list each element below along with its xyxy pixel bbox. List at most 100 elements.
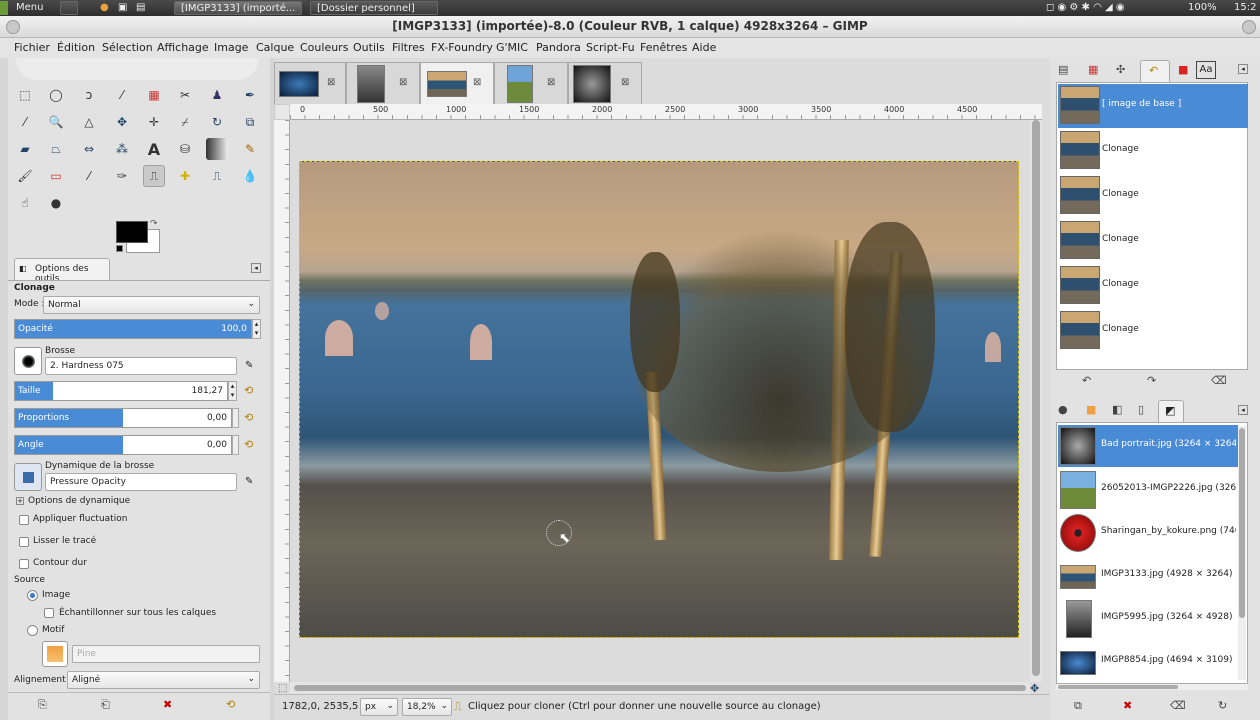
tab-tool-options[interactable]: ◧ Options des outils [14,258,110,284]
scale-tool-icon[interactable]: ⧉ [239,111,261,133]
aspect-slider[interactable]: Proportions 0,00 [14,408,232,428]
files-icon[interactable]: ▤ [130,1,151,15]
image-tab-4[interactable]: ⊠ [494,62,568,104]
reset-options-icon[interactable]: ⟲ [226,698,235,711]
horizontal-scrollbar[interactable] [290,682,1030,694]
color-picker-tool-icon[interactable]: ⁄ [14,111,36,133]
menu-calque[interactable]: Calque [256,41,294,54]
menu-script-fu[interactable]: Script-Fu [586,41,635,54]
image-canvas[interactable]: ⬉ [299,161,1019,638]
aspect-spinner[interactable] [232,408,239,428]
tab-layers-icon[interactable]: ▤ [1058,63,1068,76]
history-item[interactable]: Clonage [1058,129,1248,173]
close-icon[interactable]: ⊠ [473,77,481,88]
image-tab-2[interactable]: ⊠ [346,62,420,104]
image-tab-3-active[interactable]: ⊠ [420,62,494,104]
perspective-tool-icon[interactable]: ⏢ [45,138,67,160]
ruler-corner[interactable] [274,104,290,120]
angle-slider[interactable]: Angle 0,00 [14,435,232,455]
menu-image[interactable]: Image [214,41,248,54]
angle-spinner[interactable] [232,435,239,455]
default-colors-icon[interactable] [116,245,123,252]
brush-name-field[interactable]: 2. Hardness 075 [45,357,237,375]
align-tool-icon[interactable]: ✛ [143,111,165,133]
blur-tool-icon[interactable]: 💧 [239,165,261,187]
move-tool-icon[interactable]: ✥ [111,111,133,133]
ellipse-select-tool-icon[interactable]: ◯ [45,84,67,106]
shear-tool-icon[interactable]: ▰ [14,138,36,160]
scrollbar-thumb[interactable] [294,685,1026,691]
menu-couleurs[interactable]: Couleurs [300,41,348,54]
apps-menu-button[interactable]: Menu [10,1,49,15]
menu-edition[interactable]: Édition [57,41,95,54]
gradient-tool-icon[interactable] [206,138,228,160]
image-list-item[interactable]: IMGP3133.jpg (4928 × 3264) [1058,555,1238,597]
image-list-item[interactable]: IMGP5995.jpg (3264 × 4928) [1058,598,1238,640]
scrollbar-thumb[interactable] [1058,685,1178,689]
jitter-checkbox[interactable] [19,515,29,525]
expand-icon[interactable]: + [16,497,24,505]
battery-indicator[interactable]: 100% [1182,1,1223,15]
hard-edge-checkbox[interactable] [19,559,29,569]
tab-documents-icon[interactable]: ▯ [1138,403,1144,416]
tray-icons[interactable]: ◻ ◉ ⚙ ✱ ◠ ◢ ◉ [1040,1,1131,15]
eraser-tool-icon[interactable]: ▭ [45,165,67,187]
source-image-radio[interactable] [27,590,38,601]
flip-tool-icon[interactable]: ⇔ [78,138,100,160]
save-options-icon[interactable]: ⎘ [38,698,47,712]
window-close-icon[interactable] [1242,20,1256,34]
scissors-tool-icon[interactable]: ✂ [174,84,196,106]
free-select-tool-icon[interactable]: ↄ [78,84,100,106]
dynamics-field[interactable]: Pressure Opacity [45,473,237,491]
swap-colors-icon[interactable]: ↷ [150,219,158,229]
delete-image-icon[interactable]: ✖ [1123,699,1132,712]
image-tab-5[interactable]: ⊠ [568,62,642,104]
tab-patterns-icon[interactable]: ■ [1086,403,1096,416]
image-list-item[interactable]: 26052013-IMGP2226.jpg (3264 × 4 [1058,469,1238,511]
size-spinner[interactable]: ▴ ▾ [228,381,237,401]
tab-fonts-icon[interactable]: Aa [1196,61,1216,79]
brush-preview[interactable] [14,347,42,375]
clear-history-icon[interactable]: ⌫ [1211,374,1227,387]
paintbrush-tool-icon[interactable]: 🖌 [14,165,36,187]
tab-images[interactable]: ◩ [1158,400,1184,422]
show-desktop-icon[interactable] [60,1,78,15]
dock-menu-icon[interactable]: ◂ [1238,64,1248,74]
foreground-color-swatch[interactable] [116,221,148,243]
close-icon[interactable]: ⊠ [547,77,555,88]
vertical-scrollbar[interactable] [1030,120,1042,682]
new-display-icon[interactable]: ⌫ [1170,699,1186,712]
restore-options-icon[interactable]: ⎗ [101,698,110,712]
redo-icon[interactable]: ↷ [1147,374,1156,387]
heal-tool-icon[interactable]: ✚ [174,165,196,187]
edit-dynamics-icon[interactable]: ✎ [245,476,253,487]
dock-menu-icon[interactable]: ◂ [251,263,261,273]
image-tab-1[interactable]: ⊠ [274,62,346,104]
opacity-slider[interactable]: Opacité 100,0 [14,319,252,339]
undo-icon[interactable]: ↶ [1082,374,1091,387]
tab-paths-icon[interactable]: ✣ [1116,63,1125,76]
rotate-tool-icon[interactable]: ↻ [206,111,228,133]
history-item[interactable]: Clonage [1058,264,1248,308]
menu-gmic[interactable]: G'MIC [496,41,528,54]
menu-affichage[interactable]: Affichage [157,41,209,54]
size-slider[interactable]: Taille 181,27 [14,381,228,401]
dynamics-preview[interactable] [14,463,42,491]
clock[interactable]: 15:2 [1228,1,1260,15]
opacity-spinner[interactable]: ▴ ▾ [252,319,261,339]
cage-tool-icon[interactable]: ⁂ [111,138,133,160]
tab-undo-history[interactable]: ↶ [1140,60,1170,82]
aspect-reset-icon[interactable]: ⟲ [244,411,253,424]
zoom-tool-icon[interactable]: 🔍 [45,111,67,133]
menu-aide[interactable]: Aide [692,41,716,54]
image-list-item[interactable]: Sharingan_by_kokure.png (746 × 7 [1058,512,1238,554]
dodge-burn-tool-icon[interactable]: ● [45,192,67,214]
raise-display-icon[interactable]: ⧉ [1074,699,1082,713]
image-list-item[interactable]: IMGP8854.jpg (4694 × 3109) [1058,641,1238,683]
history-item[interactable]: Clonage [1058,309,1248,353]
tab-channels-icon[interactable]: ▦ [1088,63,1098,76]
delete-options-icon[interactable]: ✖ [163,698,172,711]
menu-filtres[interactable]: Filtres [392,41,425,54]
menu-selection[interactable]: Sélection [102,41,153,54]
tab-gradients-icon[interactable]: ◧ [1112,403,1122,416]
